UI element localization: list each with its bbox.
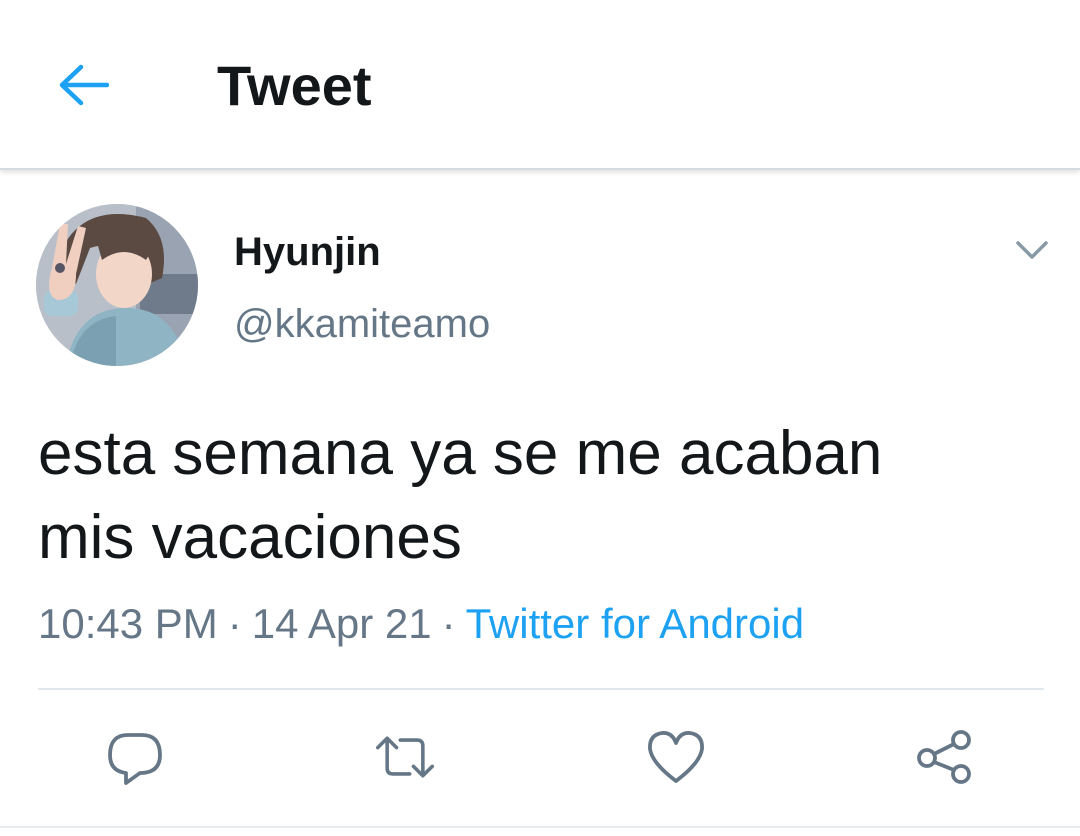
- meta-separator: ·: [441, 600, 456, 647]
- bottom-divider: [0, 826, 1080, 828]
- tweet-meta: 10:43 PM · 14 Apr 21 · Twitter for Android: [38, 598, 804, 650]
- tweet-options-button[interactable]: [1008, 226, 1056, 274]
- tweet-date: 14 Apr 21: [251, 600, 432, 647]
- tweet-text-line: mis vacaciones: [38, 503, 462, 572]
- retweet-button[interactable]: [374, 726, 436, 788]
- divider: [38, 688, 1044, 690]
- like-button[interactable]: [645, 726, 707, 788]
- tweet-text: esta semana ya se me acaban mis vacacion…: [38, 412, 1038, 580]
- retweet-icon: [375, 736, 435, 778]
- back-button[interactable]: [50, 52, 116, 118]
- avatar[interactable]: [36, 204, 198, 366]
- tweet-time: 10:43 PM: [38, 600, 218, 647]
- share-button[interactable]: [914, 726, 976, 788]
- author-handle[interactable]: @kkamiteamo: [234, 300, 490, 348]
- comment-icon: [108, 733, 162, 785]
- top-app-bar: Tweet: [0, 0, 1080, 170]
- arrow-left-icon: [59, 64, 109, 106]
- meta-separator: ·: [227, 600, 242, 647]
- chevron-down-icon: [1016, 241, 1048, 259]
- tweet-text-line: esta semana ya se me acaban: [38, 419, 883, 488]
- page-title: Tweet: [217, 54, 372, 117]
- heart-icon: [648, 731, 704, 783]
- tweet-screen: Tweet Hyunjin @kkamiteamo esta semana ya…: [0, 0, 1080, 836]
- avatar-photo: [36, 204, 198, 366]
- tweet-source-link[interactable]: Twitter for Android: [466, 600, 804, 647]
- author-name[interactable]: Hyunjin: [234, 228, 381, 276]
- reply-button[interactable]: [104, 726, 166, 788]
- share-icon: [917, 730, 971, 784]
